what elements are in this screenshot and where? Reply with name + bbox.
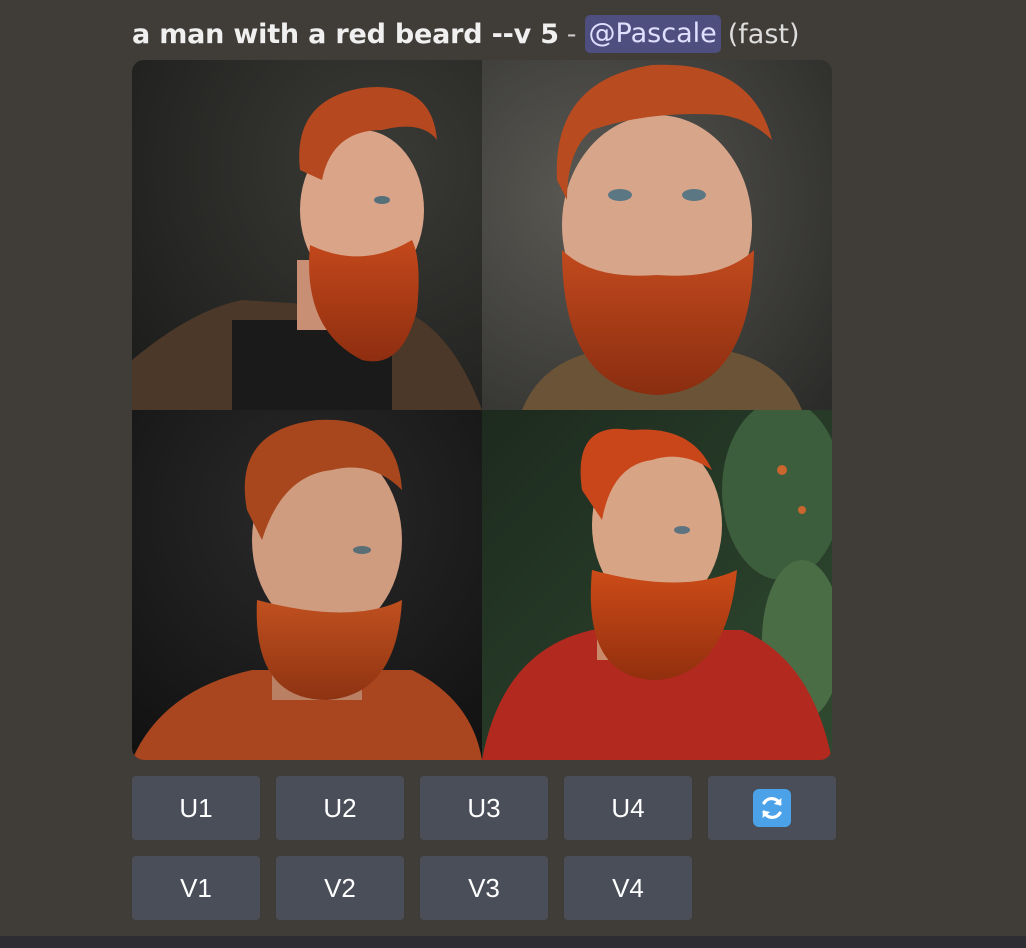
prompt-text: a man with a red beard --v 5 xyxy=(132,18,559,50)
variation-2-button[interactable]: V2 xyxy=(276,856,404,920)
generated-image-4[interactable] xyxy=(482,410,832,760)
upscale-2-button[interactable]: U2 xyxy=(276,776,404,840)
generated-image-1[interactable] xyxy=(132,60,482,410)
upscale-4-button[interactable]: U4 xyxy=(564,776,692,840)
upscale-1-button[interactable]: U1 xyxy=(132,776,260,840)
generated-image-2[interactable] xyxy=(482,60,832,410)
generated-image-3[interactable] xyxy=(132,410,482,760)
variation-3-button[interactable]: V3 xyxy=(420,856,548,920)
user-mention[interactable]: @Pascale xyxy=(584,15,721,53)
message-header: a man with a red beard --v 5 - @Pascale … xyxy=(132,14,800,54)
variation-4-button[interactable]: V4 xyxy=(564,856,692,920)
arrows-counterclockwise-icon xyxy=(753,789,791,827)
separator: - xyxy=(566,18,577,50)
reroll-button[interactable] xyxy=(708,776,836,840)
variation-1-button[interactable]: V1 xyxy=(132,856,260,920)
upscale-3-button[interactable]: U3 xyxy=(420,776,548,840)
variation-button-row: V1 V2 V3 V4 xyxy=(132,856,692,920)
generation-mode: (fast) xyxy=(727,18,800,50)
bottom-bar xyxy=(0,936,1026,948)
image-grid[interactable] xyxy=(132,60,832,760)
upscale-button-row: U1 U2 U3 U4 xyxy=(132,776,836,840)
